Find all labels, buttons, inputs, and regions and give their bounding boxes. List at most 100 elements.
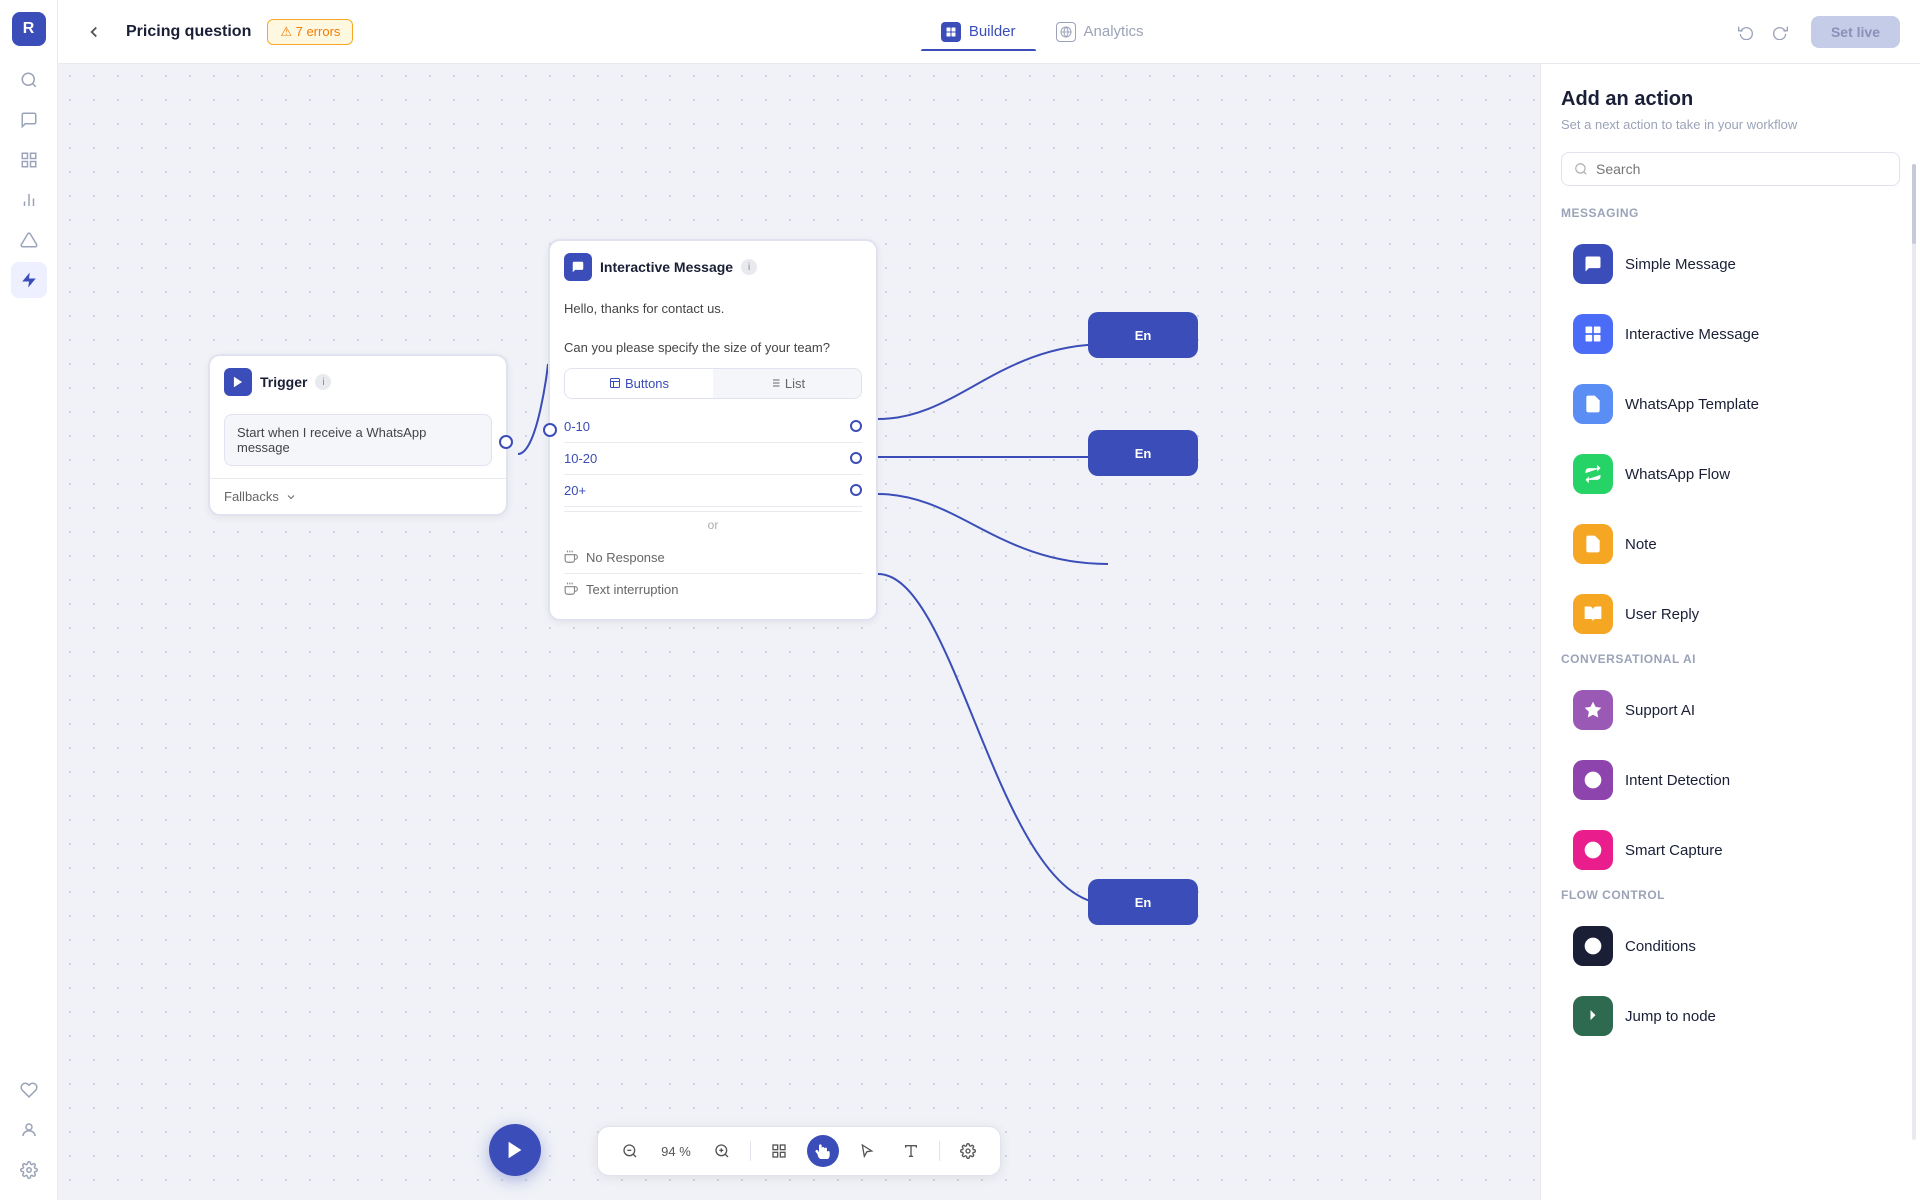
option-dot-3 [850, 484, 862, 496]
note-label: Note [1625, 536, 1657, 553]
toolbar-divider-2 [939, 1141, 940, 1161]
analytics-tab-label: Analytics [1084, 23, 1144, 40]
intent-detection-label: Intent Detection [1625, 772, 1730, 789]
tab-buttons[interactable]: Buttons [565, 369, 713, 398]
action-whatsapp-flow[interactable]: WhatsApp Flow [1561, 442, 1900, 506]
interactive-header: Interactive Message i [550, 241, 876, 291]
interactive-message-icon [1573, 314, 1613, 354]
sidebar-contacts[interactable] [11, 142, 47, 178]
user-reply-icon [1573, 594, 1613, 634]
section-messaging-label: Messaging [1561, 206, 1900, 220]
zoom-out-button[interactable] [614, 1135, 646, 1167]
search-box[interactable] [1561, 152, 1900, 186]
end-node-2-label: En [1135, 446, 1152, 461]
scrollbar-track[interactable] [1912, 164, 1916, 1140]
undo-button[interactable] [1731, 17, 1761, 47]
action-note[interactable]: Note [1561, 512, 1900, 576]
option-row-2[interactable]: 10-20 [564, 443, 862, 475]
canvas[interactable]: Trigger i Start when I receive a WhatsAp… [58, 64, 1540, 1200]
action-conditions[interactable]: Conditions [1561, 914, 1900, 978]
end-node-3[interactable]: En [1088, 879, 1198, 925]
panel-title: Add an action [1561, 88, 1900, 111]
sidebar-builder[interactable] [11, 262, 47, 298]
zoom-in-button[interactable] [706, 1135, 738, 1167]
grid-button[interactable] [763, 1135, 795, 1167]
option-row-1[interactable]: 0-10 [564, 411, 862, 443]
tab-list-label: List [785, 376, 805, 391]
text-button[interactable] [895, 1135, 927, 1167]
section-flow-label: Flow Control [1561, 888, 1900, 902]
zoom-level: 94 % [658, 1144, 694, 1159]
scrollbar-thumb[interactable] [1912, 164, 1916, 244]
fallback-text-interruption: Text interruption [586, 582, 679, 597]
action-user-reply[interactable]: User Reply [1561, 582, 1900, 646]
hand-tool-button[interactable] [807, 1135, 839, 1167]
fallback-row-2[interactable]: Text interruption [564, 574, 862, 605]
topbar: Pricing question ⚠ 7 errors Builder Anal… [58, 0, 1920, 64]
tab-builder[interactable]: Builder [921, 14, 1036, 50]
search-input[interactable] [1596, 161, 1887, 177]
interactive-body: Hello, thanks for contact us. Can you pl… [550, 291, 876, 619]
back-button[interactable] [78, 16, 110, 48]
conditions-icon [1573, 926, 1613, 966]
option-label-3: 20+ [564, 483, 850, 498]
fallbacks-bar[interactable]: Fallbacks [210, 478, 506, 514]
user-reply-label: User Reply [1625, 606, 1699, 623]
toolbar-divider-1 [750, 1141, 751, 1161]
option-dot-2 [850, 452, 862, 464]
or-divider: or [564, 511, 862, 538]
whatsapp-template-icon [1573, 384, 1613, 424]
whatsapp-template-label: WhatsApp Template [1625, 396, 1759, 413]
interactive-icon [564, 253, 592, 281]
interactive-title: Interactive Message [600, 259, 733, 275]
end-node-2[interactable]: En [1088, 430, 1198, 476]
end-node-1[interactable]: En [1088, 312, 1198, 358]
support-ai-label: Support AI [1625, 702, 1695, 719]
option-dot-1 [850, 420, 862, 432]
sidebar-settings[interactable] [11, 1152, 47, 1188]
smart-capture-icon [1573, 830, 1613, 870]
action-support-ai[interactable]: Support AI [1561, 678, 1900, 742]
action-intent-detection[interactable]: Intent Detection [1561, 748, 1900, 812]
tab-bar: Builder Analytics [369, 14, 1715, 50]
builder-tab-label: Builder [969, 23, 1016, 40]
interactive-node[interactable]: Interactive Message i Hello, thanks for … [548, 239, 878, 621]
panel-subtitle: Set a next action to take in your workfl… [1561, 117, 1900, 132]
trigger-info[interactable]: i [315, 374, 331, 390]
errors-badge[interactable]: ⚠ 7 errors [267, 19, 353, 45]
sidebar-favorites[interactable] [11, 1072, 47, 1108]
canvas-toolbar: 94 % [597, 1126, 1001, 1176]
action-whatsapp-template[interactable]: WhatsApp Template [1561, 372, 1900, 436]
left-sidebar: R [0, 0, 58, 1200]
play-fab[interactable] [489, 1124, 541, 1176]
tab-list[interactable]: List [713, 369, 861, 398]
sidebar-analytics[interactable] [11, 182, 47, 218]
sidebar-alerts[interactable] [11, 222, 47, 258]
fallback-row-1[interactable]: No Response [564, 542, 862, 574]
interactive-text2: Can you please specify the size of your … [564, 340, 830, 355]
settings-button[interactable] [952, 1135, 984, 1167]
sidebar-chat[interactable] [11, 102, 47, 138]
whatsapp-flow-icon [1573, 454, 1613, 494]
action-smart-capture[interactable]: Smart Capture [1561, 818, 1900, 882]
search-icon [1574, 162, 1588, 176]
analytics-tab-icon [1056, 22, 1076, 42]
connections-svg [58, 64, 1540, 1200]
redo-button[interactable] [1765, 17, 1795, 47]
end-node-3-label: En [1135, 895, 1152, 910]
tab-analytics[interactable]: Analytics [1036, 14, 1164, 50]
sidebar-agent[interactable] [11, 1112, 47, 1148]
action-simple-message[interactable]: Simple Message [1561, 232, 1900, 296]
undo-redo-controls [1731, 17, 1795, 47]
trigger-output-dot [499, 435, 513, 449]
section-ai-label: Conversational AI [1561, 652, 1900, 666]
option-row-3[interactable]: 20+ [564, 475, 862, 507]
action-interactive-message[interactable]: Interactive Message [1561, 302, 1900, 366]
interactive-info[interactable]: i [741, 259, 757, 275]
trigger-node[interactable]: Trigger i Start when I receive a WhatsAp… [208, 354, 508, 516]
end-node-1-label: En [1135, 328, 1152, 343]
sidebar-search[interactable] [11, 62, 47, 98]
action-jump-to-node[interactable]: Jump to node [1561, 984, 1900, 1048]
cursor-button[interactable] [851, 1135, 883, 1167]
set-live-button[interactable]: Set live [1811, 16, 1900, 48]
